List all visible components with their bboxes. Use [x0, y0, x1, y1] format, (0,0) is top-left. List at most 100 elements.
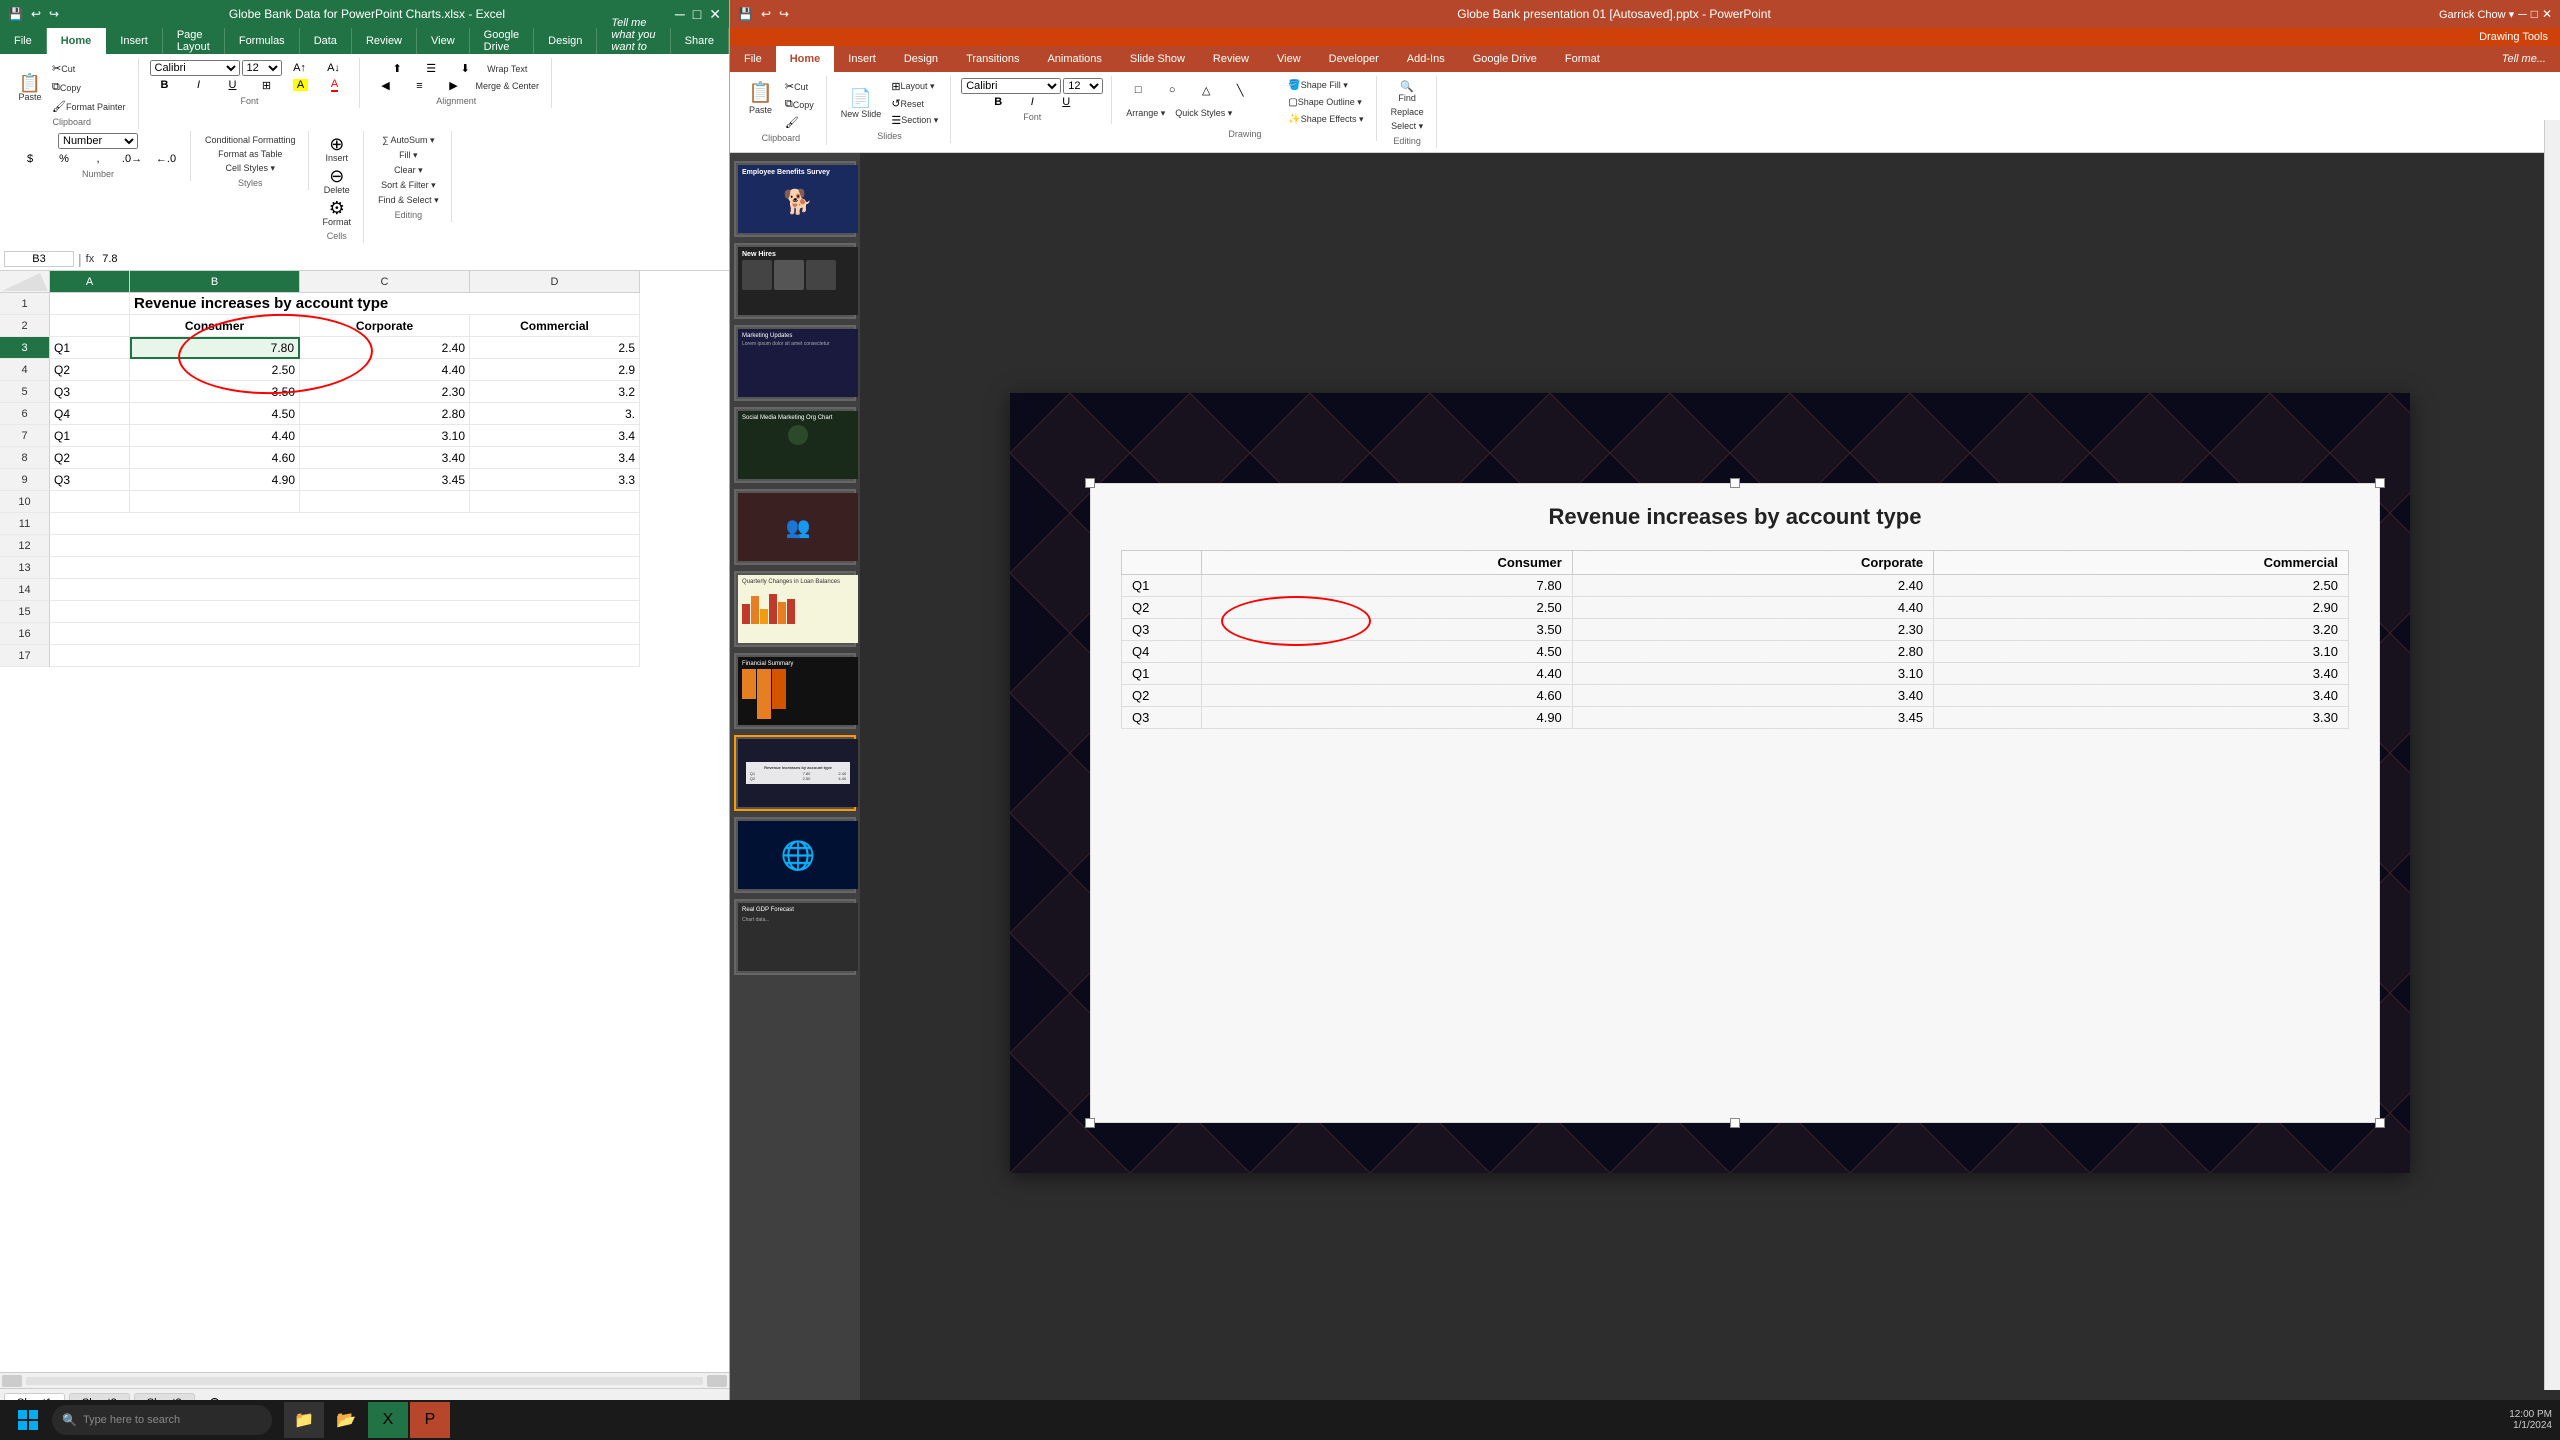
- start-btn[interactable]: [8, 1402, 48, 1438]
- ppt-find-btn[interactable]: 🔍 Find: [1391, 78, 1423, 105]
- excel-tab-tell-me[interactable]: Tell me what you want to do...: [597, 28, 670, 54]
- cell-d3[interactable]: 2.5: [470, 337, 640, 359]
- slide-thumb-6[interactable]: 6 Social Media Marketing Org Chart: [734, 407, 856, 483]
- cell-b9[interactable]: 4.90: [130, 469, 300, 491]
- increase-font-btn[interactable]: A↑: [284, 60, 316, 76]
- ppt-select-btn[interactable]: Select ▾: [1387, 119, 1427, 134]
- ppt-save-icon[interactable]: 💾: [738, 7, 753, 21]
- cell-c10[interactable]: [300, 491, 470, 513]
- ppt-undo-icon[interactable]: ↩: [761, 7, 771, 21]
- cell-row11[interactable]: [50, 513, 640, 535]
- excel-tab-home[interactable]: Home: [47, 28, 107, 54]
- handle-topright[interactable]: [2375, 478, 2385, 488]
- cell-c7[interactable]: 3.10: [300, 425, 470, 447]
- cell-d10[interactable]: [470, 491, 640, 513]
- decrease-decimal-btn[interactable]: ←.0: [150, 151, 182, 167]
- autosum-btn[interactable]: ∑ AutoSum ▾: [378, 133, 438, 148]
- ppt-shape-btn-1[interactable]: □: [1122, 84, 1154, 104]
- ppt-italic-btn[interactable]: I: [1016, 94, 1048, 110]
- delete-cell-btn[interactable]: ⊖ Delete: [320, 165, 354, 197]
- ppt-close-btn[interactable]: ✕: [2542, 7, 2552, 21]
- ppt-bold-btn[interactable]: B: [982, 94, 1014, 110]
- ppt-arrange-btn[interactable]: Arrange ▾: [1122, 106, 1169, 121]
- comma-btn[interactable]: ,: [82, 151, 114, 167]
- increase-decimal-btn[interactable]: .0→: [116, 151, 148, 167]
- handle-bottomright[interactable]: [2375, 1118, 2385, 1128]
- slide-thumb-4[interactable]: 4 New Hires: [734, 243, 856, 319]
- ppt-tab-file[interactable]: File: [730, 46, 776, 72]
- ppt-size-select[interactable]: 12: [1063, 78, 1103, 94]
- cell-row17[interactable]: [50, 645, 640, 667]
- fill-btn[interactable]: Fill ▾: [392, 148, 424, 163]
- cut-btn[interactable]: ✂ Cut: [48, 60, 130, 77]
- cell-d5[interactable]: 3.2: [470, 381, 640, 403]
- cell-b6[interactable]: 4.50: [130, 403, 300, 425]
- cell-b2[interactable]: Consumer: [130, 315, 300, 337]
- percent-btn[interactable]: %: [48, 151, 80, 167]
- align-bottom-btn[interactable]: ⬇: [449, 60, 481, 77]
- taskbar-excel-app[interactable]: X: [368, 1402, 408, 1438]
- cell-d7[interactable]: 3.4: [470, 425, 640, 447]
- ppt-paste-btn[interactable]: 📋 Paste: [744, 78, 777, 131]
- ppt-underline-btn[interactable]: U: [1050, 94, 1082, 110]
- handle-bottomleft[interactable]: [1085, 1118, 1095, 1128]
- cell-a6[interactable]: Q4: [50, 403, 130, 425]
- ppt-replace-btn[interactable]: Replace: [1387, 105, 1428, 119]
- shape-effects-btn[interactable]: ✨ Shape Effects ▾: [1284, 112, 1367, 127]
- ppt-redo-icon[interactable]: ↪: [779, 7, 789, 21]
- excel-tab-pagelayout[interactable]: Page Layout: [163, 28, 225, 54]
- font-size-select[interactable]: 12: [242, 60, 282, 76]
- sort-filter-btn[interactable]: Sort & Filter ▾: [377, 178, 440, 193]
- ppt-tab-slideshow[interactable]: Slide Show: [1116, 46, 1199, 72]
- ppt-maximize-btn[interactable]: □: [2531, 7, 2538, 21]
- ppt-tab-transitions[interactable]: Transitions: [952, 46, 1033, 72]
- ppt-scrollbar[interactable]: [2544, 153, 2560, 1390]
- ppt-tab-home[interactable]: Home: [776, 46, 835, 72]
- italic-btn[interactable]: I: [183, 77, 215, 93]
- cell-a5[interactable]: Q3: [50, 381, 130, 403]
- excel-tab-review[interactable]: Review: [352, 28, 417, 54]
- cell-b10[interactable]: [130, 491, 300, 513]
- font-name-select[interactable]: Calibri: [150, 60, 240, 76]
- ppt-tab-insert[interactable]: Insert: [834, 46, 890, 72]
- cell-d9[interactable]: 3.3: [470, 469, 640, 491]
- clear-btn[interactable]: Clear ▾: [390, 163, 427, 178]
- excel-redo-icon[interactable]: ↪: [49, 7, 59, 21]
- ppt-tab-developer[interactable]: Developer: [1315, 46, 1393, 72]
- excel-tab-googledrive[interactable]: Google Drive: [470, 28, 534, 54]
- paste-btn[interactable]: 📋 Paste: [14, 72, 46, 104]
- cell-c6[interactable]: 2.80: [300, 403, 470, 425]
- excel-close-btn[interactable]: ✕: [709, 6, 721, 23]
- slide-thumb-3[interactable]: 3 Employee Benefits Survey 🐕: [734, 161, 856, 237]
- ppt-font-select[interactable]: Calibri: [961, 78, 1061, 94]
- align-right-btn[interactable]: ▶: [438, 77, 470, 94]
- cell-a3[interactable]: Q1: [50, 337, 130, 359]
- ppt-tab-view[interactable]: View: [1263, 46, 1315, 72]
- reset-btn[interactable]: ↺ Reset: [887, 95, 942, 112]
- insert-cell-btn[interactable]: ⊕ Insert: [321, 133, 353, 165]
- excel-tab-design[interactable]: Design: [534, 28, 597, 54]
- section-btn[interactable]: ☰ Section ▾: [887, 112, 942, 129]
- cell-c2[interactable]: Corporate: [300, 315, 470, 337]
- align-center-btn[interactable]: ≡: [404, 78, 436, 94]
- cell-c5[interactable]: 2.30: [300, 381, 470, 403]
- cell-a7[interactable]: Q1: [50, 425, 130, 447]
- decrease-font-btn[interactable]: A↓: [318, 60, 350, 76]
- cell-b1[interactable]: Revenue increases by account type: [130, 293, 640, 315]
- ppt-tab-review[interactable]: Review: [1199, 46, 1263, 72]
- shape-outline-btn[interactable]: ▢ Shape Outline ▾: [1284, 95, 1367, 110]
- format-cell-btn[interactable]: ⚙ Format: [319, 197, 356, 229]
- ppt-tab-addins[interactable]: Add-Ins: [1393, 46, 1459, 72]
- cell-b4[interactable]: 2.50: [130, 359, 300, 381]
- font-color-btn[interactable]: A: [319, 76, 351, 94]
- ppt-tab-design[interactable]: Design: [890, 46, 952, 72]
- ppt-shape-btn-3[interactable]: △: [1190, 84, 1222, 104]
- excel-save-icon[interactable]: 💾: [8, 7, 23, 21]
- col-header-c[interactable]: C: [300, 271, 470, 293]
- excel-minimize-btn[interactable]: ─: [675, 6, 685, 23]
- cell-a8[interactable]: Q2: [50, 447, 130, 469]
- number-format-select[interactable]: Number: [58, 133, 138, 149]
- shape-fill-btn[interactable]: 🪣 Shape Fill ▾: [1284, 78, 1367, 93]
- new-slide-btn[interactable]: 📄 New Slide: [837, 86, 886, 121]
- search-bar[interactable]: 🔍 Type here to search: [52, 1405, 272, 1435]
